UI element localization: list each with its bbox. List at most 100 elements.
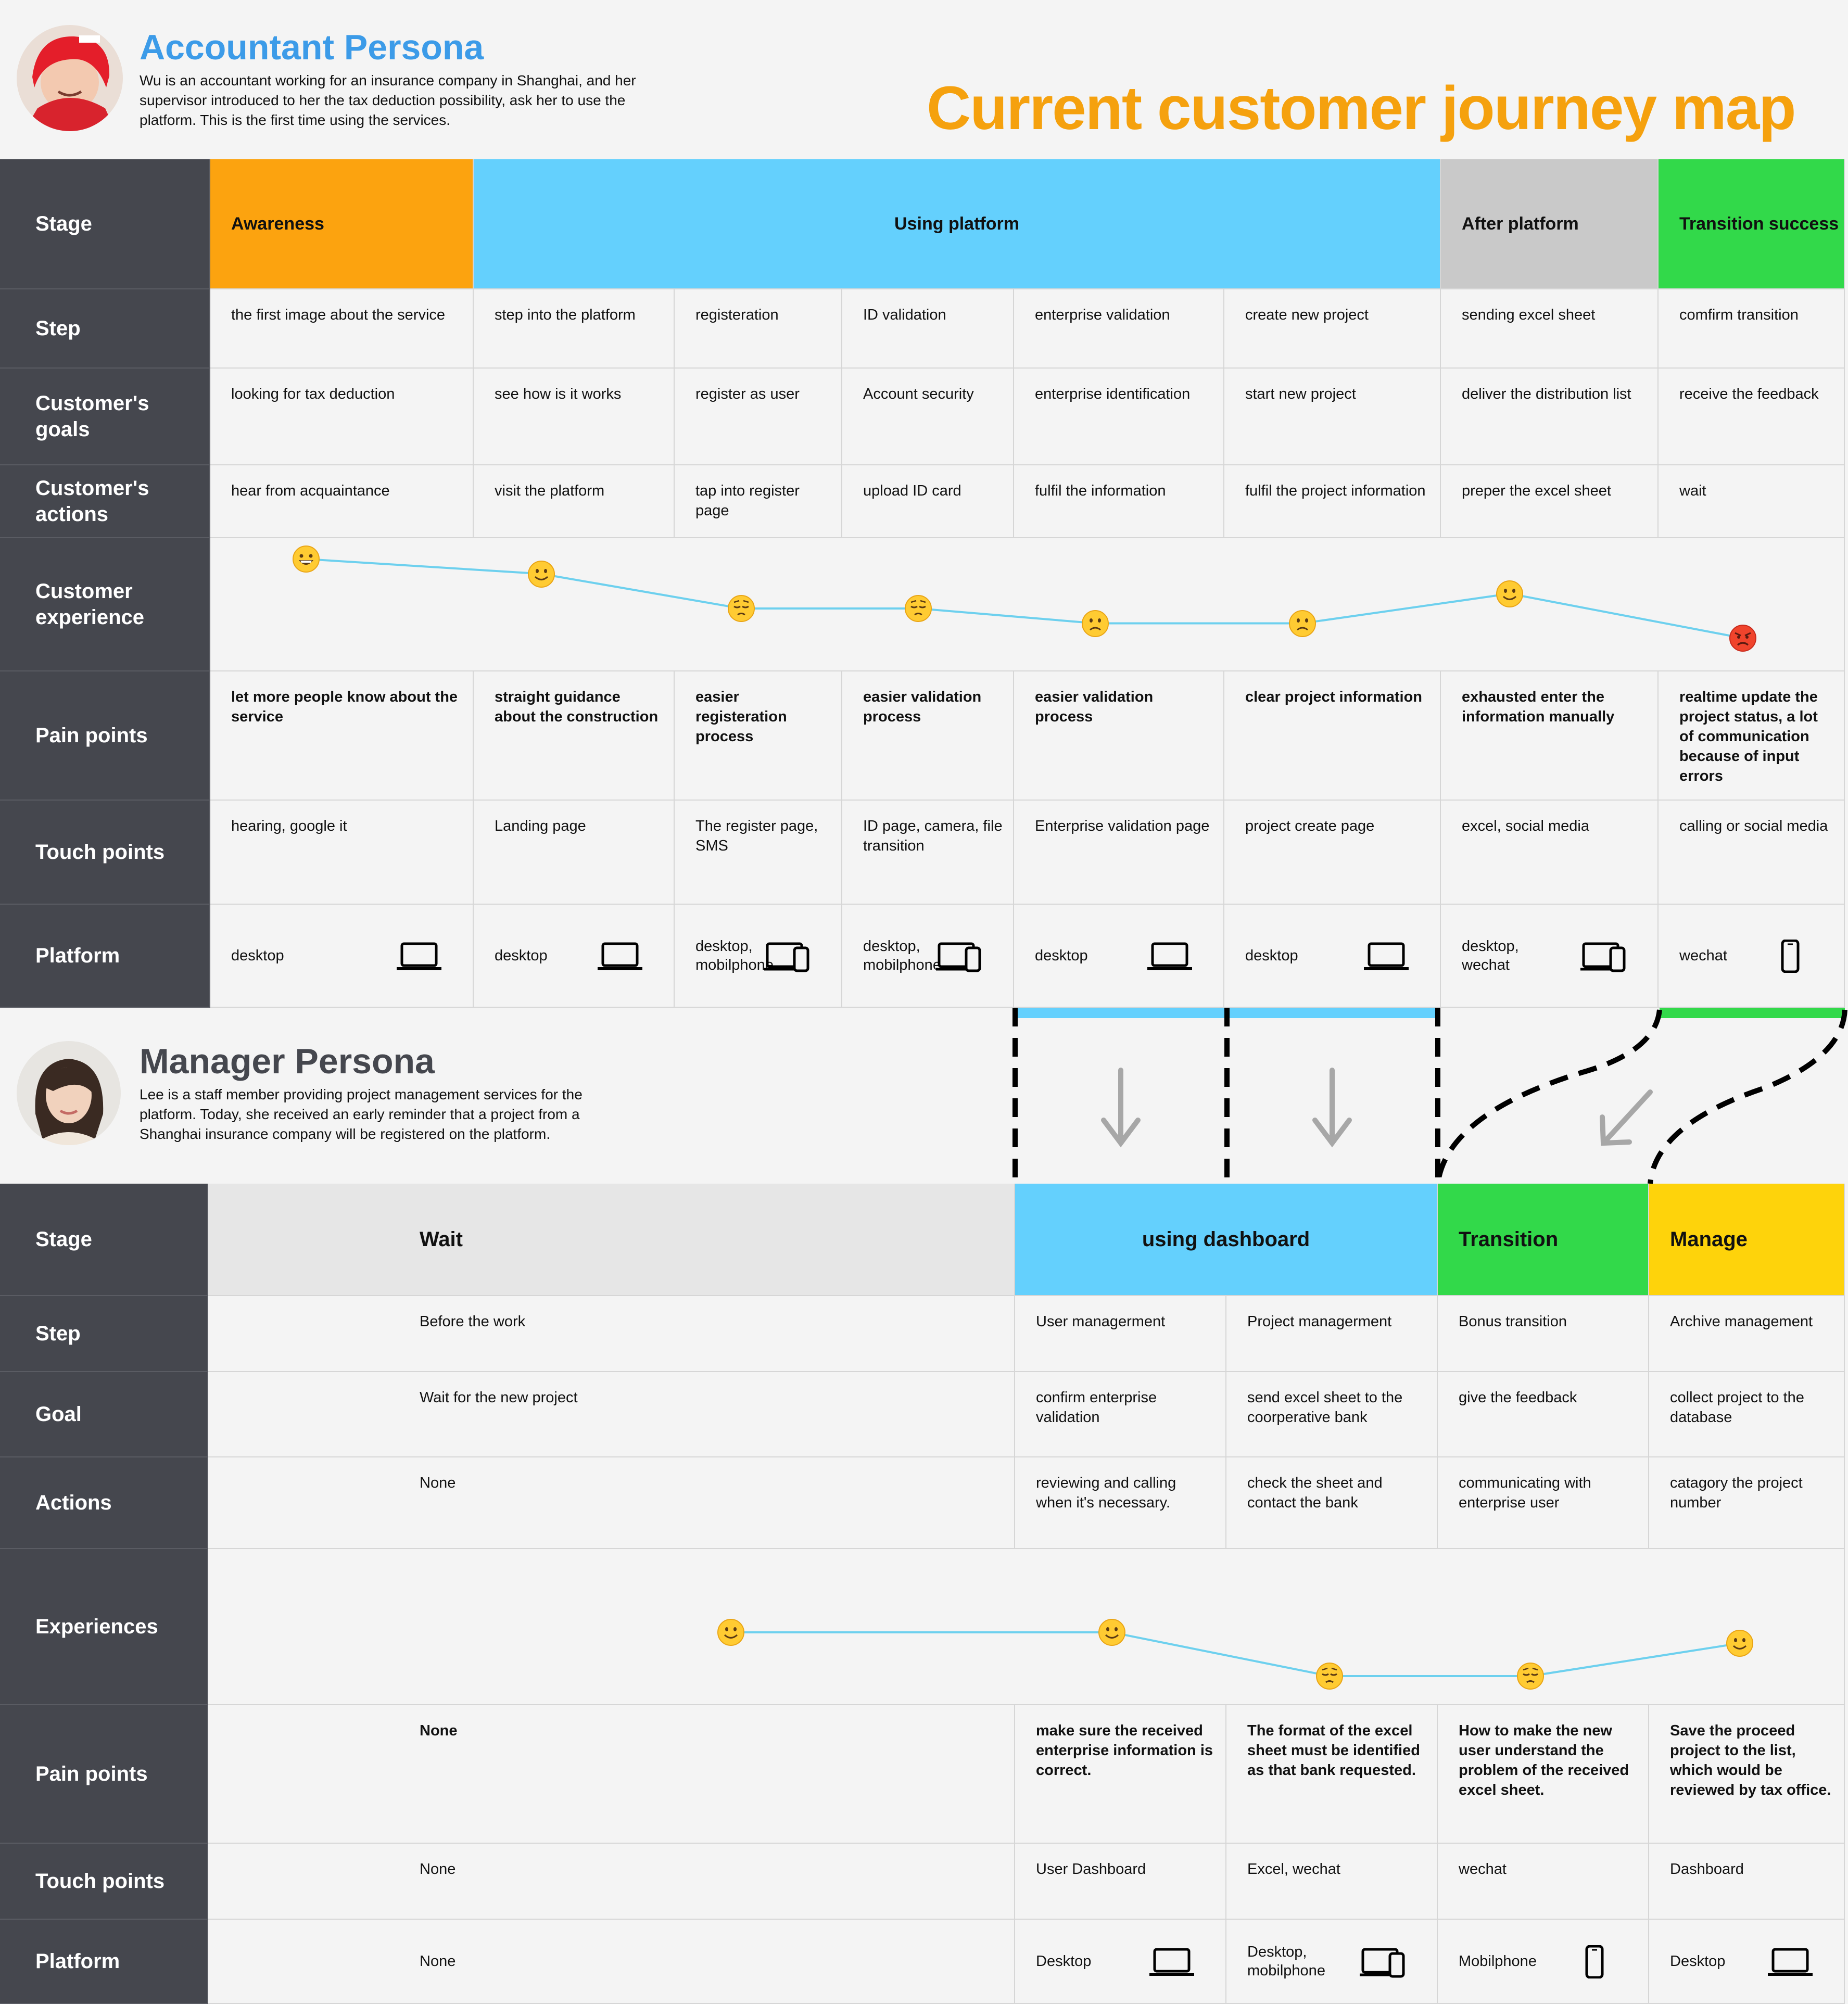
experience-segment <box>1530 1642 1740 1677</box>
pain-cell: easier validation process <box>842 671 1014 801</box>
experience-chart <box>210 538 1845 671</box>
touch-text: hearing, google it <box>231 818 347 834</box>
step-text: User managerment <box>1036 1313 1166 1330</box>
devices-icon <box>764 940 811 978</box>
touch-cell: Landing page <box>474 801 675 905</box>
step-text: Before the work <box>420 1313 526 1330</box>
pain-cell: let more people know about the service <box>210 671 474 801</box>
platform-cell: desktop, mobilphone <box>842 905 1014 1008</box>
actions-text: wait <box>1679 483 1706 499</box>
step-text: enterprise validation <box>1035 307 1170 323</box>
goals-cell: see how is it works <box>474 369 675 465</box>
actions-cell: hear from acquaintance <box>210 465 474 538</box>
row-label-step: Step <box>0 1296 208 1372</box>
actions-cell: check the sheet and contact the bank <box>1226 1457 1438 1549</box>
pain-cell: exhausted enter the information manually <box>1441 671 1659 801</box>
step-text: sending excel sheet <box>1462 307 1596 323</box>
smile-emoji-icon <box>1097 1618 1126 1647</box>
stage-awareness: Awareness <box>210 159 474 289</box>
laptop-icon <box>1148 1945 1195 1983</box>
goals-text: Account security <box>863 386 974 402</box>
step-cell: comfirm transition <box>1659 289 1845 369</box>
pain-text: easier registeration process <box>695 689 787 745</box>
dashed-curve-2 <box>1648 1009 1847 1184</box>
platform-text: Desktop <box>1670 1953 1726 1970</box>
actions-cell: communicating with enterprise user <box>1438 1457 1649 1549</box>
actions-cell: catagory the project number <box>1649 1457 1845 1549</box>
step-cell: step into the platform <box>474 289 675 369</box>
smile-emoji-icon <box>716 1618 745 1647</box>
frown-emoji-icon <box>1081 609 1110 638</box>
pain-text: How to make the new user understand the … <box>1459 1722 1629 1798</box>
step-cell: Project managerment <box>1226 1296 1438 1372</box>
touch-text: ID page, camera, file transition <box>863 818 1003 854</box>
pain-cell: easier registeration process <box>675 671 842 801</box>
actions-cell: tap into register page <box>675 465 842 538</box>
step-text: step into the platform <box>495 307 636 323</box>
platform-text: Desktop <box>1036 1953 1092 1970</box>
touch-text: calling or social media <box>1679 818 1828 834</box>
accountant-persona-description: Wu is an accountant working for an insur… <box>140 72 636 128</box>
pain-cell: realtime update the project status, a lo… <box>1659 671 1845 801</box>
touch-cell: calling or social media <box>1659 801 1845 905</box>
touch-cell: Dashboard <box>1649 1844 1845 1920</box>
laptop-icon <box>1363 940 1410 978</box>
actions-cell: None <box>208 1457 1015 1549</box>
stage-transition: Transition <box>1438 1184 1649 1296</box>
step-cell: Archive management <box>1649 1296 1845 1372</box>
smile-emoji-icon <box>1495 579 1524 608</box>
actions-text: upload ID card <box>863 483 961 499</box>
touch-text: Enterprise validation page <box>1035 818 1210 834</box>
step-cell: enterprise validation <box>1014 289 1224 369</box>
pain-cell: The format of the excel sheet must be id… <box>1226 1705 1438 1844</box>
devices-icon <box>1580 940 1627 978</box>
goals-text: enterprise identification <box>1035 386 1191 402</box>
experience-segment <box>1509 592 1743 639</box>
touch-cell: project create page <box>1224 801 1441 905</box>
pensive-emoji-icon <box>904 594 933 623</box>
stage-after-platform: After platform <box>1441 159 1659 289</box>
pain-text: clear project information <box>1245 689 1423 705</box>
step-cell: the first image about the service <box>210 289 474 369</box>
laptop-icon <box>1767 1945 1814 1983</box>
touch-text: project create page <box>1245 818 1375 834</box>
step-cell: ID validation <box>842 289 1014 369</box>
arrow-diag <box>1601 1089 1653 1146</box>
stage-transition-success: Transition success <box>1659 159 1845 289</box>
arrow-down-1-head <box>1101 1118 1141 1148</box>
goals-text: register as user <box>695 386 800 402</box>
actions-cell: preper the excel sheet <box>1441 465 1659 538</box>
platform-cell: desktop, mobilphone <box>675 905 842 1008</box>
pain-cell: clear project information <box>1224 671 1441 801</box>
goals-cell: register as user <box>675 369 842 465</box>
step-cell: create new project <box>1224 289 1441 369</box>
pain-text: realtime update the project status, a lo… <box>1679 689 1818 784</box>
actions-text: None <box>420 1475 456 1491</box>
pensive-emoji-icon <box>1315 1661 1344 1691</box>
touch-text: The register page, SMS <box>695 818 818 854</box>
experience-segment <box>1302 592 1510 625</box>
goals-cell: deliver the distribution list <box>1441 369 1659 465</box>
platform-cell: None <box>208 1920 1015 2004</box>
step-cell: Bonus transition <box>1438 1296 1649 1372</box>
row-label-goals: Customer's goals <box>0 369 210 465</box>
pain-cell: straight guidance about the construction <box>474 671 675 801</box>
actions-cell: fulfil the information <box>1014 465 1224 538</box>
pain-cell: easier validation process <box>1014 671 1224 801</box>
platform-cell: Desktop <box>1015 1920 1226 2004</box>
platform-text: Mobilphone <box>1459 1953 1537 1970</box>
pain-cell: None <box>208 1705 1015 1844</box>
laptop-icon <box>1146 940 1193 978</box>
platform-text: desktop <box>1035 947 1088 964</box>
stage-using-platform: Using platform <box>474 159 1441 289</box>
touch-cell: hearing, google it <box>210 801 474 905</box>
step-text: ID validation <box>863 307 946 323</box>
pain-text: easier validation process <box>863 689 982 725</box>
laptop-icon <box>597 940 643 978</box>
goal-text: confirm enterprise validation <box>1036 1389 1157 1426</box>
goals-cell: start new project <box>1224 369 1441 465</box>
platform-cell: wechat <box>1659 905 1845 1008</box>
actions-text: fulfil the project information <box>1245 483 1426 499</box>
row-label-platform: Platform <box>0 905 210 1008</box>
goal-cell: confirm enterprise validation <box>1015 1372 1226 1457</box>
